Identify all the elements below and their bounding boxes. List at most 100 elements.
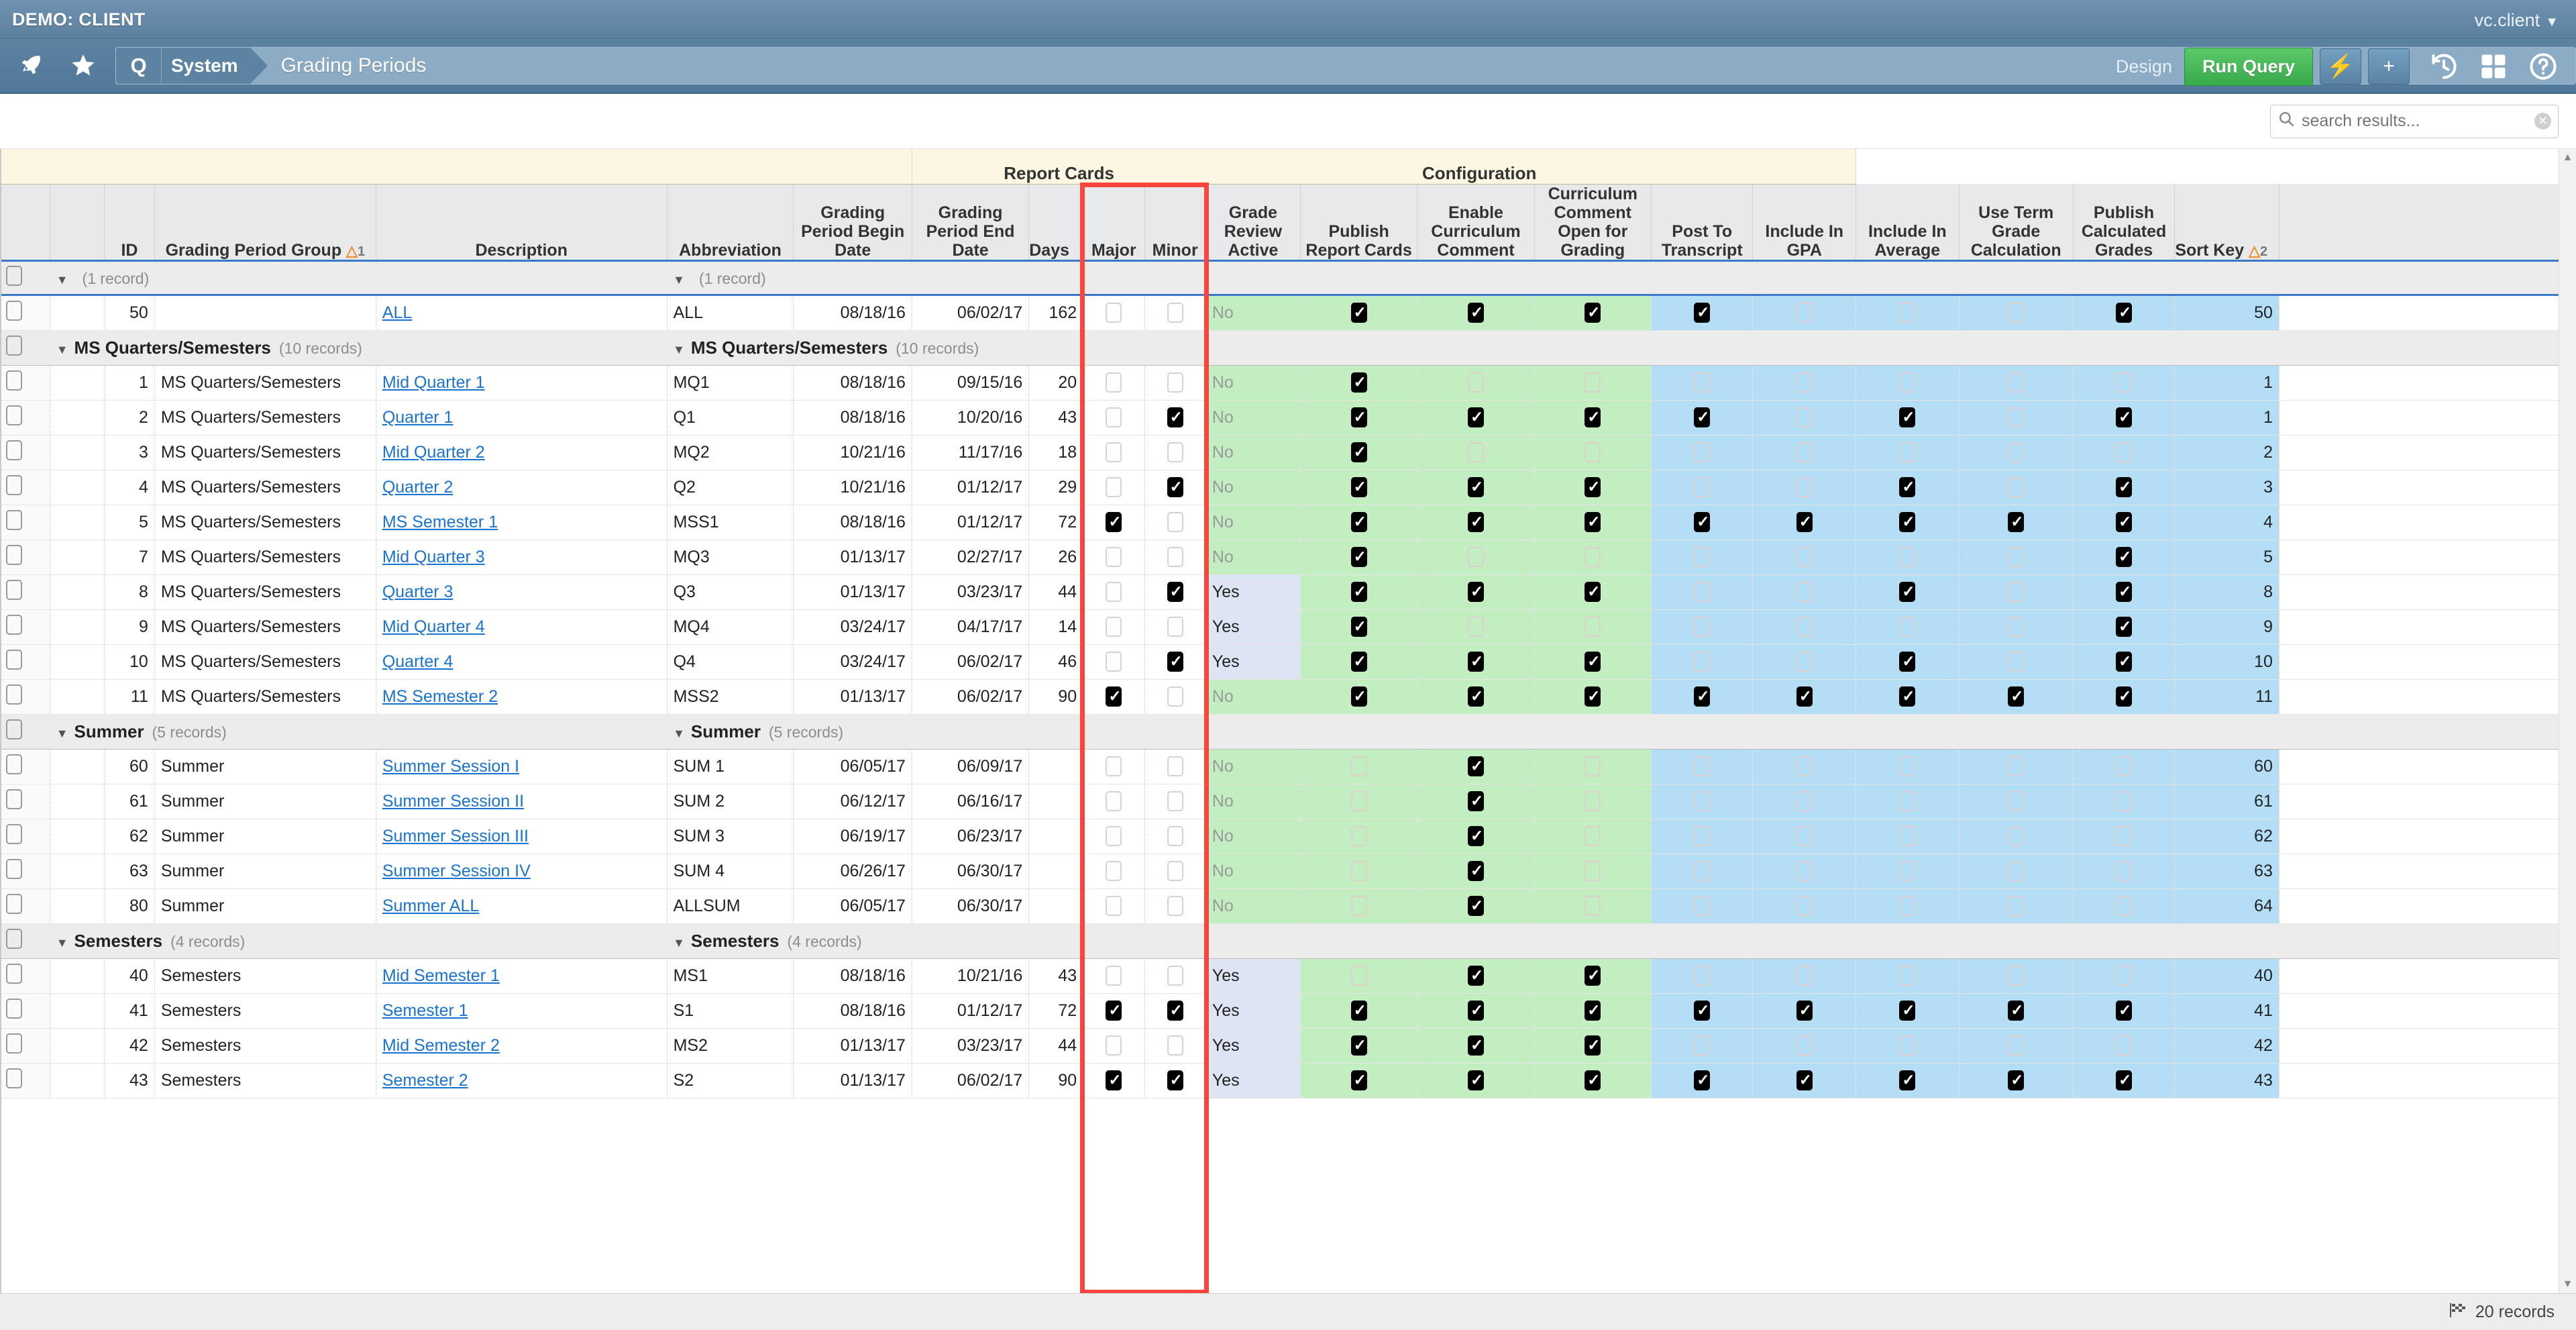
checkbox[interactable] (1694, 1000, 1711, 1021)
checkbox[interactable] (1167, 861, 1183, 882)
row-select-cell[interactable] (0, 435, 51, 470)
column-header-curriculum-comment-open-for-grading[interactable]: Curriculum Comment Open for Grading (1534, 184, 1652, 262)
cell-include-in-average[interactable] (1856, 609, 1960, 645)
cell-curriculum-comment-open-for-grading[interactable] (1534, 644, 1652, 680)
cell-curriculum-comment-open-for-grading[interactable] (1534, 540, 1652, 575)
checkbox[interactable] (1167, 791, 1183, 812)
cell-include-in-gpa[interactable] (1752, 435, 1857, 470)
cell-include-in-average[interactable] (1856, 958, 1960, 994)
cell-enable-curriculum-comment[interactable] (1417, 784, 1535, 819)
checkbox[interactable] (1585, 1035, 1601, 1056)
cell-publish-report-cards[interactable] (1300, 505, 1418, 540)
column-header-publish-report-cards[interactable]: Publish Report Cards (1300, 184, 1418, 262)
checkbox[interactable] (1106, 372, 1122, 393)
cell-minor[interactable] (1144, 888, 1206, 924)
checkbox[interactable] (1350, 756, 1367, 777)
cell-publish-calculated-grades[interactable] (2073, 505, 2176, 540)
cell-include-in-average[interactable] (1856, 749, 1960, 784)
cell-post-to-transcript[interactable] (1651, 958, 1754, 994)
checkbox[interactable] (1106, 547, 1122, 568)
cell-post-to-transcript[interactable] (1651, 888, 1754, 924)
checkbox[interactable] (1796, 372, 1813, 393)
add-button[interactable]: + (2368, 48, 2410, 85)
cell-enable-curriculum-comment[interactable] (1417, 574, 1535, 610)
checkbox[interactable] (2116, 302, 2133, 323)
cell-publish-calculated-grades[interactable] (2073, 993, 2176, 1029)
checkbox[interactable] (2116, 861, 2133, 882)
checkbox[interactable] (1106, 303, 1122, 323)
checkbox[interactable] (1796, 511, 1813, 533)
row-checkbox[interactable] (6, 370, 22, 391)
cell-major[interactable] (1083, 749, 1145, 784)
cell-use-term-grade-calculation[interactable] (1959, 470, 2074, 505)
row-checkbox[interactable] (6, 405, 22, 425)
column-header-publish-calculated-grades[interactable]: Publish Calculated Grades (2073, 184, 2176, 262)
table-row[interactable]: 42 Semesters Mid Semester 2 MS2 01/13/17 03/2… (0, 1028, 2572, 1064)
checkbox[interactable] (1796, 1035, 1813, 1056)
checkbox[interactable] (1694, 442, 1711, 463)
checkbox[interactable] (1585, 651, 1601, 672)
checkbox[interactable] (2008, 372, 2025, 393)
collapse-triangle-icon[interactable]: ▼ (673, 343, 685, 356)
cell-major[interactable] (1083, 435, 1145, 470)
star-icon[interactable] (62, 44, 105, 87)
cell-curriculum-comment-open-for-grading[interactable] (1534, 993, 1652, 1029)
cell-description[interactable]: Mid Semester 2 (376, 1028, 667, 1064)
checkbox[interactable] (1467, 860, 1484, 882)
checkbox[interactable] (2116, 651, 2133, 672)
cell-description[interactable]: MS Semester 2 (376, 679, 667, 715)
checkbox[interactable] (1694, 582, 1711, 603)
scroll-down-icon[interactable]: ▼ (2559, 1276, 2576, 1290)
cell-include-in-gpa[interactable] (1752, 470, 1857, 505)
cell-major[interactable] (1083, 958, 1145, 994)
checkbox[interactable] (1167, 547, 1183, 568)
cell-publish-report-cards[interactable] (1300, 1063, 1418, 1098)
cell-use-term-grade-calculation[interactable] (1959, 888, 2074, 924)
checkbox[interactable] (1106, 861, 1122, 882)
checkbox[interactable] (1796, 442, 1813, 463)
cell-curriculum-comment-open-for-grading[interactable] (1534, 400, 1652, 436)
checkbox[interactable] (1167, 896, 1183, 917)
table-row[interactable]: 8 MS Quarters/Semesters Quarter 3 Q3 01/13/1… (0, 574, 2572, 610)
row-checkbox[interactable] (6, 1033, 22, 1054)
cell-include-in-gpa[interactable] (1752, 993, 1857, 1029)
row-checkbox[interactable] (6, 754, 22, 774)
cell-publish-calculated-grades[interactable] (2073, 644, 2176, 680)
column-header-sort-key[interactable]: Sort Key △2 (2174, 184, 2279, 262)
checkbox[interactable] (1167, 581, 1183, 603)
cell-include-in-average[interactable] (1856, 819, 1960, 854)
checkbox[interactable] (2008, 303, 2025, 323)
checkbox[interactable] (1350, 791, 1367, 812)
cell-publish-report-cards[interactable] (1300, 400, 1418, 436)
row-select-cell[interactable] (0, 365, 51, 401)
column-header-post-to-transcript[interactable]: Post To Transcript (1651, 184, 1754, 262)
cell-enable-curriculum-comment[interactable] (1417, 1063, 1535, 1098)
row-checkbox[interactable] (6, 440, 22, 460)
checkbox[interactable] (2008, 826, 2025, 847)
cell-post-to-transcript[interactable] (1651, 784, 1754, 819)
cell-include-in-average[interactable] (1856, 888, 1960, 924)
description-link[interactable]: Quarter 1 (382, 408, 453, 427)
collapse-triangle-icon[interactable]: ▼ (673, 936, 685, 950)
checkbox[interactable] (1350, 546, 1367, 568)
checkbox[interactable] (1694, 652, 1711, 672)
checkbox[interactable] (2008, 896, 2025, 917)
checkbox[interactable] (1350, 616, 1367, 637)
checkbox[interactable] (1467, 442, 1484, 463)
checkbox[interactable] (1796, 617, 1813, 637)
design-button[interactable]: Design (2116, 56, 2172, 77)
column-header-id[interactable]: ID (104, 184, 155, 262)
checkbox[interactable] (1106, 1035, 1122, 1056)
checkbox[interactable] (1585, 442, 1601, 463)
cell-description[interactable]: Mid Quarter 2 (376, 435, 667, 470)
checkbox[interactable] (1467, 511, 1484, 533)
description-link[interactable]: MS Semester 1 (382, 513, 498, 531)
cell-use-term-grade-calculation[interactable] (1959, 644, 2074, 680)
checkbox[interactable] (1694, 826, 1711, 847)
table-row[interactable]: 2 MS Quarters/Semesters Quarter 1 Q1 08/18/1… (0, 400, 2572, 436)
row-select-cell[interactable] (0, 400, 51, 436)
checkbox[interactable] (1585, 581, 1601, 603)
checkbox[interactable] (1585, 791, 1601, 812)
cell-use-term-grade-calculation[interactable] (1959, 574, 2074, 610)
checkbox[interactable] (1694, 1070, 1711, 1091)
